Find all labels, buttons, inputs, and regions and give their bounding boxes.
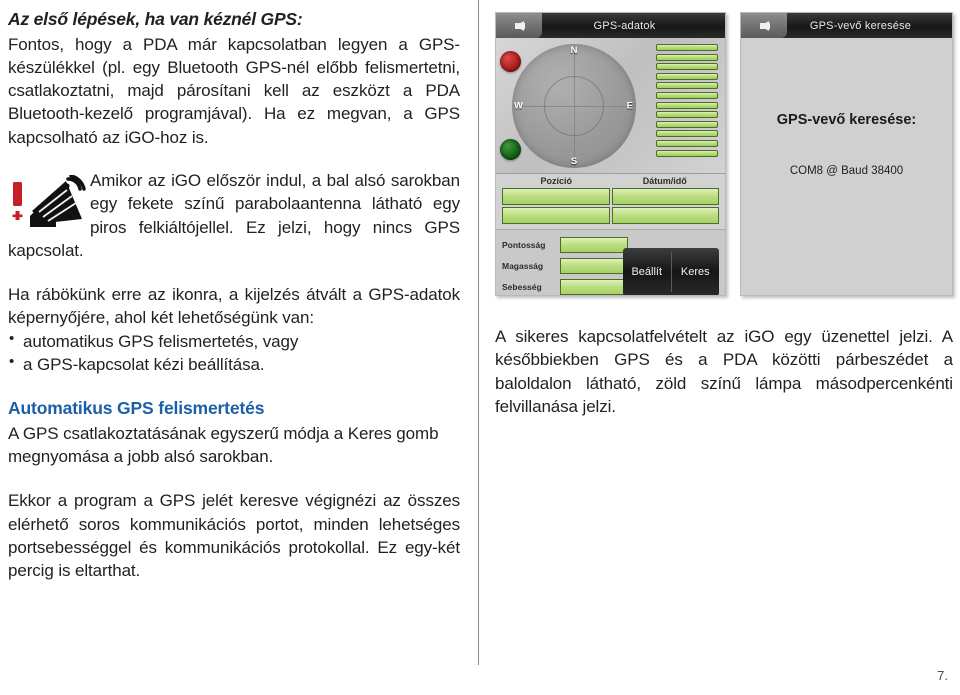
stat-label-altitude: Magasság bbox=[502, 260, 544, 271]
satellite-signal-bar bbox=[656, 82, 718, 90]
gps-search-title: GPS-vevő keresése bbox=[809, 19, 912, 32]
satellite-signal-bar bbox=[656, 120, 718, 128]
grid-cell bbox=[502, 188, 610, 205]
compass-label-west: W bbox=[514, 100, 523, 112]
stat-row: Pontosság bbox=[502, 235, 628, 254]
satellite-signal-bar bbox=[656, 139, 718, 147]
grid-header-datetime: Dátum/idő bbox=[642, 176, 687, 186]
gps-search-status: COM8 @ Baud 38400 bbox=[789, 165, 904, 177]
satellite-view: N S W E bbox=[496, 38, 725, 174]
back-arrow-icon bbox=[514, 20, 525, 31]
back-button[interactable] bbox=[496, 13, 542, 38]
grid-cell bbox=[611, 188, 719, 205]
stat-row: Magasság bbox=[502, 256, 628, 275]
satellite-signal-bar bbox=[656, 101, 718, 109]
satellite-signal-bar bbox=[656, 72, 718, 80]
gps-stats-and-buttons: Pontosság Magasság Sebesség Beállít Kere… bbox=[496, 230, 725, 295]
green-status-lamp-icon bbox=[500, 139, 521, 160]
list-item: a GPS-kapcsolat kézi beállítása. bbox=[8, 352, 460, 376]
gps-data-titlebar: GPS-adatok bbox=[496, 13, 725, 38]
gps-search-body: GPS-vevő keresése: COM8 @ Baud 38400 bbox=[741, 38, 952, 295]
left-text-column: Az első lépések, ha van kéznél GPS: Font… bbox=[8, 8, 460, 583]
intro-paragraph: Fontos, hogy a PDA már kapcsolatban legy… bbox=[8, 34, 460, 147]
document-page: Az első lépések, ha van kéznél GPS: Font… bbox=[0, 0, 960, 695]
satellite-signal-bar bbox=[656, 53, 718, 61]
grid-cells bbox=[502, 188, 719, 224]
stat-label-speed: Sebesség bbox=[502, 281, 542, 292]
compass-label-east: E bbox=[626, 100, 633, 112]
column-divider bbox=[478, 0, 479, 665]
compass-label-north: N bbox=[570, 45, 578, 56]
compass-inner-ring bbox=[544, 76, 604, 136]
final-paragraph: Ekkor a program a GPS jelét keresve végi… bbox=[8, 491, 460, 581]
page-number: 7. bbox=[937, 668, 948, 683]
gps-no-signal-icon bbox=[12, 175, 86, 228]
gps-data-title: GPS-adatok bbox=[593, 19, 656, 32]
satellite-signal-bar bbox=[656, 44, 718, 51]
auto-detect-paragraph: A GPS csatlakoztatásának egyszerű módja … bbox=[8, 423, 439, 467]
grid-cell bbox=[611, 207, 719, 224]
options-bullet-list: automatikus GPS felismertetés, vagy a GP… bbox=[8, 329, 460, 377]
satellite-signal-bars bbox=[656, 44, 718, 157]
stat-label-accuracy: Pontosság bbox=[502, 239, 546, 250]
section-heading-auto-detect: Automatikus GPS felismertetés bbox=[8, 398, 265, 419]
stat-value-altitude bbox=[560, 257, 628, 274]
stat-row: Sebesség bbox=[502, 277, 628, 295]
satellite-signal-bar bbox=[656, 63, 718, 71]
right-column-paragraph: A sikeres kapcsolatfelvételt az iGO egy … bbox=[495, 327, 953, 416]
screenshot-gps-search: GPS-vevő keresése GPS-vevő keresése: COM… bbox=[740, 12, 953, 296]
search-button[interactable]: Keres bbox=[672, 266, 720, 278]
position-datetime-grid: Pozíció Dátum/idő bbox=[496, 174, 725, 230]
settings-button[interactable]: Beállít bbox=[623, 266, 671, 278]
grid-header-position: Pozíció bbox=[540, 176, 572, 186]
grid-headers: Pozíció Dátum/idő bbox=[502, 176, 719, 186]
satellite-signal-bar bbox=[656, 91, 718, 99]
stat-value-speed bbox=[560, 278, 628, 295]
compass-label-south: S bbox=[570, 156, 578, 167]
gps-stat-list: Pontosság Magasság Sebesség bbox=[502, 235, 628, 295]
gps-search-titlebar: GPS-vevő keresése bbox=[741, 13, 952, 38]
options-intro-paragraph: Ha rábökünk erre az ikonra, a kijelzés á… bbox=[8, 285, 460, 328]
gps-action-buttons: Beállít Keres bbox=[623, 248, 720, 295]
back-button[interactable] bbox=[741, 13, 787, 38]
satellite-signal-bar bbox=[656, 149, 718, 157]
screenshot-row: GPS-adatok N S W E Pozíció Dátum/idő Pon… bbox=[495, 8, 953, 298]
screenshot-gps-data: GPS-adatok N S W E Pozíció Dátum/idő Pon… bbox=[495, 12, 726, 296]
grid-cell bbox=[502, 207, 610, 224]
right-figure-column: GPS-adatok N S W E Pozíció Dátum/idő Pon… bbox=[495, 8, 953, 298]
red-status-lamp-icon bbox=[500, 51, 521, 72]
gps-search-heading: GPS-vevő keresése: bbox=[776, 112, 917, 128]
compass-dial: N S W E bbox=[512, 44, 636, 168]
satellite-signal-bar bbox=[656, 130, 718, 138]
list-item: automatikus GPS felismertetés, vagy bbox=[8, 329, 460, 353]
page-title: Az első lépések, ha van kéznél GPS: bbox=[8, 9, 303, 29]
stat-value-accuracy bbox=[560, 236, 628, 253]
satellite-signal-bar bbox=[656, 111, 718, 119]
icon-paragraph-block: Amikor az iGO először indul, a bal alsó … bbox=[8, 169, 460, 262]
back-arrow-icon bbox=[759, 20, 770, 31]
